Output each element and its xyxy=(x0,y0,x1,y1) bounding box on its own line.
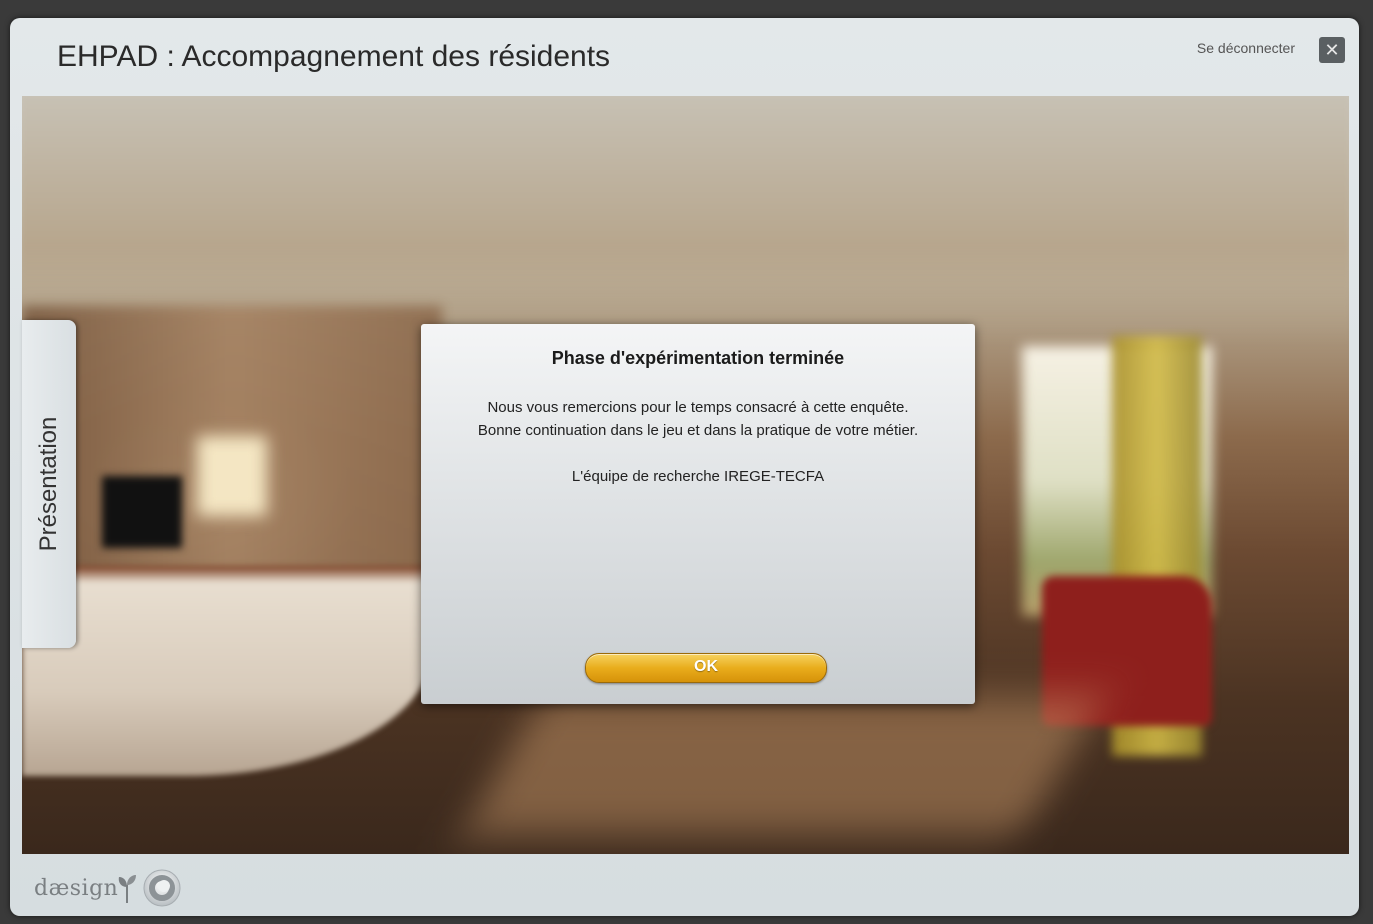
footer-bar: dæsign xyxy=(10,854,1359,916)
dialog-message-line2: Bonne continuation dans le jeu et dans l… xyxy=(477,422,919,439)
page-title: EHPAD : Accompagnement des résidents xyxy=(57,40,611,73)
logout-link[interactable]: Se déconnecter xyxy=(1197,40,1295,56)
tab-presentation[interactable]: Présentation xyxy=(22,320,76,648)
close-icon: ✕ xyxy=(1324,40,1340,60)
sprout-icon xyxy=(119,875,137,903)
completion-dialog: Phase d'expérimentation terminée Nous vo… xyxy=(421,324,975,704)
scene-lamp xyxy=(197,436,267,516)
brand-logo: dæsign xyxy=(34,868,182,908)
ring-logo-icon xyxy=(143,869,181,907)
scene-monitor xyxy=(102,476,182,548)
header-bar: EHPAD : Accompagnement des résidents Se … xyxy=(10,18,1359,96)
tab-presentation-label: Présentation xyxy=(35,416,62,552)
dialog-message-line1: Nous vous remercions pour le temps consa… xyxy=(487,399,909,416)
dialog-signature: L'équipe de recherche IREGE-TECFA xyxy=(571,468,825,485)
close-button[interactable]: ✕ xyxy=(1319,37,1345,63)
app-window: EHPAD : Accompagnement des résidents Se … xyxy=(10,18,1359,916)
dialog-title: Phase d'expérimentation terminée xyxy=(551,348,845,368)
scene-reception-desk xyxy=(22,566,432,776)
scene-floor-light xyxy=(461,696,1103,836)
brand-text: dæsign xyxy=(34,875,119,901)
ok-button[interactable]: OK xyxy=(585,653,827,683)
